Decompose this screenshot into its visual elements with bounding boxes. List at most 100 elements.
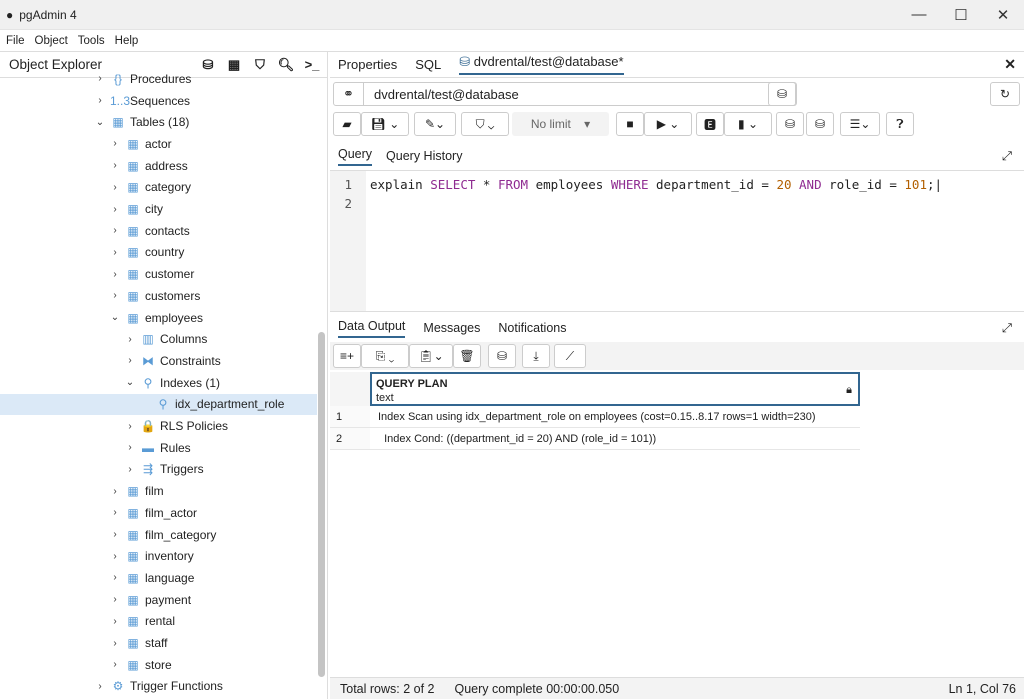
tree-item[interactable]: › ▬ Rules xyxy=(0,437,317,459)
sql-editor[interactable]: 1 2 explain SELECT * FROM employees WHERE… xyxy=(330,170,1024,312)
tree-item[interactable]: ⚲ idx_department_role xyxy=(0,393,317,416)
tab-notifications[interactable]: Notifications xyxy=(498,321,566,335)
tree-item[interactable]: › ▦ category xyxy=(0,177,317,199)
macros-button[interactable]: ☰⌄ xyxy=(840,112,880,136)
delete-button[interactable]: 🗑︎ xyxy=(453,344,481,368)
chevron-right-icon[interactable]: › xyxy=(124,464,136,475)
tab-query[interactable]: Query xyxy=(338,147,373,166)
chevron-right-icon[interactable]: › xyxy=(109,486,121,497)
tree-item[interactable]: › ▥ Columns xyxy=(0,328,317,350)
new-connection-button[interactable]: ⛁ xyxy=(768,82,796,106)
menu-help[interactable]: Help xyxy=(115,35,139,47)
chevron-right-icon[interactable]: › xyxy=(109,225,121,236)
column-header-query-plan[interactable]: QUERY PLAN text 🔒︎ xyxy=(370,372,860,406)
save-data-button[interactable]: ⛁ xyxy=(488,344,516,368)
table-row[interactable]: 2 Index Cond: ((department_id = 20) AND … xyxy=(330,428,860,450)
chevron-right-icon[interactable]: › xyxy=(109,160,121,171)
tree-item[interactable]: › ▦ customers xyxy=(0,285,317,307)
chevron-right-icon[interactable]: › xyxy=(109,247,121,258)
chevron-right-icon[interactable]: › xyxy=(124,442,136,453)
close-window-button[interactable]: ✕ xyxy=(982,6,1024,24)
tree-item[interactable]: › ⧓ Constraints xyxy=(0,350,317,372)
tree-item[interactable]: › ▦ rental xyxy=(0,611,317,633)
menu-object[interactable]: Object xyxy=(35,35,68,47)
tree-item[interactable]: › ▦ country xyxy=(0,242,317,264)
minimize-button[interactable]: — xyxy=(898,6,940,24)
commit-button[interactable]: ⛁ xyxy=(776,112,804,136)
chevron-right-icon[interactable]: › xyxy=(109,529,121,540)
chevron-right-icon[interactable]: › xyxy=(109,616,121,627)
table-row[interactable]: 1 Index Scan using idx_department_role on… xyxy=(330,406,860,428)
connection-select[interactable]: ⚭ dvdrental/test@database ⌄ xyxy=(333,82,797,106)
explain-analyze-button[interactable]: ▮ ⌄ xyxy=(724,112,772,136)
chevron-right-icon[interactable]: › xyxy=(109,204,121,215)
chevron-right-icon[interactable]: › xyxy=(94,681,106,692)
chevron-right-icon[interactable]: › xyxy=(124,421,136,432)
chevron-right-icon[interactable]: › xyxy=(109,594,121,605)
explain-button[interactable]: 🅴 xyxy=(696,112,724,136)
tree-item[interactable]: › ▦ city xyxy=(0,198,317,220)
rollback-button[interactable]: ⛁ xyxy=(806,112,834,136)
tree-item[interactable]: › ⚙ Trigger Functions xyxy=(0,676,317,698)
tree-item[interactable]: ⌄ ⚲ Indexes (1) xyxy=(0,372,317,394)
tree-item[interactable]: › ⇶ Triggers xyxy=(0,459,317,481)
tree-item[interactable]: › ▦ address xyxy=(0,155,317,177)
chevron-down-icon[interactable]: ⌄ xyxy=(94,117,106,128)
tree-item[interactable]: › ▦ inventory xyxy=(0,545,317,567)
tree-scrollbar[interactable] xyxy=(318,332,325,677)
chevron-right-icon[interactable]: › xyxy=(109,572,121,583)
graph-visualiser-button[interactable]: ⟋ xyxy=(554,344,586,368)
chevron-down-icon[interactable]: ⌄ xyxy=(109,312,121,323)
chevron-down-icon[interactable]: ⌄ xyxy=(124,377,136,388)
menu-tools[interactable]: Tools xyxy=(78,35,105,47)
chevron-right-icon[interactable]: › xyxy=(109,290,121,301)
chevron-right-icon[interactable]: › xyxy=(109,269,121,280)
download-button[interactable]: ⤓ xyxy=(522,344,550,368)
expand-output-icon[interactable]: ⤢ xyxy=(1002,321,1012,336)
filter-button[interactable]: ⛉ ⌄ xyxy=(461,112,509,136)
maximize-button[interactable]: ☐ xyxy=(940,6,982,24)
chevron-right-icon[interactable]: › xyxy=(109,507,121,518)
copy-button[interactable]: ⎘ ⌄ xyxy=(361,344,409,368)
cell[interactable]: Index Scan using idx_department_role on … xyxy=(370,411,816,423)
chevron-right-icon[interactable]: › xyxy=(94,73,106,84)
tree-item[interactable]: › ▦ store xyxy=(0,654,317,676)
help-button[interactable]: ❓︎ xyxy=(886,112,914,136)
tree-item[interactable]: › ▦ payment xyxy=(0,589,317,611)
paste-button[interactable]: 📋︎⌄ xyxy=(409,344,453,368)
tab-properties[interactable]: Properties xyxy=(338,57,397,72)
save-file-button[interactable]: 💾︎ ⌄ xyxy=(361,112,409,136)
chevron-right-icon[interactable]: › xyxy=(109,182,121,193)
tree-item[interactable]: › ▦ contacts xyxy=(0,220,317,242)
add-row-button[interactable]: ≡+ xyxy=(333,344,361,368)
chevron-right-icon[interactable]: › xyxy=(124,355,136,366)
chevron-right-icon[interactable]: › xyxy=(109,138,121,149)
chevron-right-icon[interactable]: › xyxy=(94,95,106,106)
chevron-right-icon[interactable]: › xyxy=(124,334,136,345)
tree-item[interactable]: › ▦ customer xyxy=(0,263,317,285)
expand-icon[interactable]: ⤢ xyxy=(1002,149,1012,164)
execute-button[interactable]: ▶ ⌄ xyxy=(644,112,692,136)
chevron-right-icon[interactable]: › xyxy=(109,638,121,649)
limit-select[interactable]: No limit ▾ xyxy=(512,112,609,136)
edit-button[interactable]: ✎⌄ xyxy=(414,112,456,136)
tree-item[interactable]: ⌄ ▦ employees xyxy=(0,307,317,329)
tree-item[interactable]: › ▦ staff xyxy=(0,632,317,654)
menu-file[interactable]: File xyxy=(6,35,25,47)
tree-item[interactable]: › {} Procedures xyxy=(0,72,317,90)
cell[interactable]: Index Cond: ((department_id = 20) AND (r… xyxy=(370,433,656,445)
stop-button[interactable]: ■ xyxy=(616,112,644,136)
tree-item[interactable]: › ▦ language xyxy=(0,567,317,589)
open-file-button[interactable]: ▰ xyxy=(333,112,361,136)
tab-data-output[interactable]: Data Output xyxy=(338,319,406,338)
tree-item[interactable]: › ▦ film xyxy=(0,480,317,502)
tree-item[interactable]: › 🔒 RLS Policies xyxy=(0,415,317,437)
chevron-right-icon[interactable]: › xyxy=(109,659,121,670)
tree-item[interactable]: › ▦ film_actor xyxy=(0,502,317,524)
tab-query-tool[interactable]: ⛁ dvdrental/test@database* xyxy=(459,54,624,75)
tree-item[interactable]: › 1..3 Sequences xyxy=(0,90,317,112)
tab-messages[interactable]: Messages xyxy=(423,321,480,335)
close-tab-icon[interactable]: ✕ xyxy=(1004,56,1016,73)
tab-query-history[interactable]: Query History xyxy=(386,149,462,163)
tree-item[interactable]: ⌄ ▦ Tables (18) xyxy=(0,111,317,133)
